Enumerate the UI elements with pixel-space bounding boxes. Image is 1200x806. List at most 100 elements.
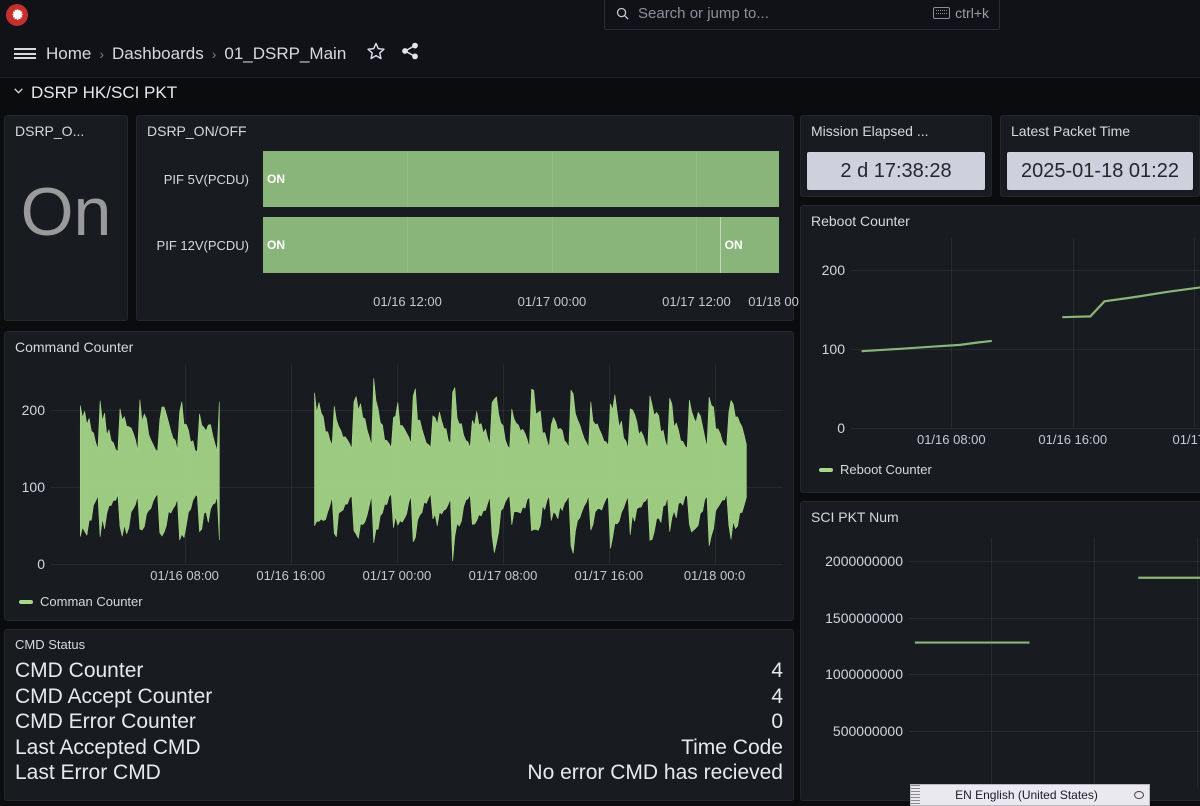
chart-legend[interactable]: Reboot Counter — [819, 462, 932, 477]
cmd-status-label: CMD Accept Counter — [15, 684, 212, 710]
panel-command-counter[interactable]: Command Counter 0100200 01/16 08:0001/16… — [4, 331, 794, 621]
cmd-status-label: CMD Counter — [15, 658, 143, 684]
state-timeline-segment[interactable]: ON — [720, 217, 779, 273]
breadcrumb-item-home[interactable]: Home — [42, 44, 95, 64]
panel-cmd-status[interactable]: CMD Status CMD Counter4CMD Accept Counte… — [4, 629, 794, 801]
x-axis-tick: 01/17 12:00 — [662, 294, 731, 309]
ime-options-icon[interactable] — [1129, 790, 1149, 800]
cmd-status-value: 0 — [771, 709, 783, 735]
sci-pkt-num-plot — [909, 538, 1200, 788]
stat-value: 2 d 17:38:28 — [807, 152, 985, 190]
command-counter-plot — [51, 364, 783, 564]
cmd-status-value: No error CMD has recieved — [527, 760, 783, 786]
panel-reboot-counter[interactable]: Reboot Counter 0100200 01/16 08:0001/16 … — [800, 205, 1200, 493]
state-timeline-plot: PIF 5V(PCDU)ONPIF 12V(PCDU)ONON — [137, 148, 793, 288]
state-timeline-segment[interactable]: ON — [263, 151, 779, 207]
stat-value: On — [5, 178, 127, 246]
x-axis-tick: 01/16 08:00 — [150, 568, 219, 583]
cmd-status-value: Time Code — [681, 735, 783, 761]
y-axis-labels: 0100200 — [5, 364, 45, 564]
search-input[interactable]: Search or jump to... ctrl+k — [604, 0, 1000, 30]
gridline-vertical — [696, 217, 697, 273]
y-axis-tick: 500000000 — [833, 723, 903, 739]
y-axis-tick: 1000000000 — [825, 666, 903, 682]
cmd-status-value: 4 — [771, 684, 783, 710]
cmd-status-value: 4 — [771, 658, 783, 684]
state-timeline-row-label: PIF 5V(PCDU) — [137, 148, 257, 210]
breadcrumb-separator: › — [95, 46, 108, 62]
keyboard-icon — [933, 7, 950, 19]
panel-title: SCI PKT Num — [801, 502, 1200, 525]
cmd-status-label: Last Accepted CMD — [15, 735, 201, 761]
cmd-status-row: CMD Accept Counter 4 — [5, 684, 793, 710]
state-timeline-row-label: PIF 12V(PCDU) — [137, 214, 257, 276]
y-axis-tick: 200 — [822, 262, 845, 278]
state-label: ON — [721, 238, 743, 252]
star-icon[interactable] — [366, 41, 386, 66]
x-axis-tick: 01/16 16:00 — [256, 568, 325, 583]
ime-drag-handle[interactable] — [911, 785, 920, 805]
cmd-status-table: CMD Counter4CMD Accept Counter4CMD Error… — [5, 658, 793, 786]
panel-sci-pkt-num[interactable]: SCI PKT Num 500000000 1000000000 150000000… — [800, 501, 1200, 801]
panel-mission-elapsed-time[interactable]: Mission Elapsed ... 2 d 17:38:28 — [800, 115, 992, 197]
gridline-vertical — [407, 151, 408, 207]
gridline-vertical — [552, 151, 553, 207]
x-axis-labels: 01/16 08:00 01/16 16:00 01/17 00:00 01/17 0… — [51, 568, 783, 586]
cmd-status-row: Last Accepted CMD Time Code — [5, 735, 793, 761]
dashboard-row-header[interactable]: DSRP HK/SCI PKT — [0, 78, 1200, 108]
x-axis-labels: 01/16 12:0001/17 00:0001/17 12:0001/18 0… — [263, 294, 779, 312]
y-axis-tick: 200 — [22, 402, 45, 418]
state-timeline-bar[interactable]: ON — [263, 151, 779, 207]
cmd-status-label: Last Error CMD — [15, 760, 161, 786]
panel-title: Latest Packet Time — [1001, 116, 1199, 139]
y-axis-tick: 0 — [37, 556, 45, 572]
series-area — [315, 378, 747, 561]
search-icon — [615, 6, 630, 21]
reboot-counter-plot — [851, 238, 1200, 428]
state-timeline-segment[interactable]: ON — [263, 217, 720, 273]
x-axis-tick: 01/17 00:00 — [518, 294, 587, 309]
share-nodes-icon[interactable] — [400, 41, 420, 66]
panel-latest-packet-time[interactable]: Latest Packet Time 2025-01-18 01:22 — [1000, 115, 1200, 197]
legend-swatch — [819, 468, 833, 472]
legend-label: Comman Counter — [40, 594, 143, 609]
state-timeline-row: PIF 5V(PCDU)ON — [137, 148, 793, 210]
gridline-horizontal — [851, 428, 1200, 429]
series-line — [862, 341, 992, 351]
breadcrumb-item-dashboards[interactable]: Dashboards — [108, 44, 208, 64]
series-line — [1062, 287, 1200, 317]
x-axis-tick: 01/18 00:0 — [684, 568, 745, 583]
top-navigation-bar: Search or jump to... ctrl+k — [0, 0, 1200, 30]
x-axis-tick: 01/17 08:00 — [469, 568, 538, 583]
panel-title: DSRP_O... — [5, 116, 127, 139]
y-axis-labels: 500000000 1000000000 1500000000 2000000000 — [801, 538, 903, 788]
x-axis-tick: 01/17 16:00 — [574, 568, 643, 583]
y-axis-tick: 0 — [837, 420, 845, 436]
panel-dsrp-on-off-stat[interactable]: DSRP_O... On — [4, 115, 128, 321]
gridline-vertical — [407, 217, 408, 273]
x-axis-tick: 01/16 12:00 — [373, 294, 442, 309]
chevron-down-icon[interactable] — [12, 84, 25, 102]
chart-legend[interactable]: Comman Counter — [19, 594, 143, 609]
panel-dsrp-on-off-timeline[interactable]: DSRP_ON/OFF PIF 5V(PCDU)ONPIF 12V(PCDU)O… — [136, 115, 794, 321]
panel-title: Command Counter — [5, 332, 793, 355]
y-axis-tick: 100 — [22, 479, 45, 495]
cmd-status-row: CMD Counter 4 — [5, 658, 793, 684]
dashboard-row-title: DSRP HK/SCI PKT — [31, 83, 177, 103]
gridline-vertical — [552, 217, 553, 273]
x-axis-tick: 01/17 00:00 — [363, 568, 432, 583]
ime-language-bar[interactable]: EN English (United States) — [910, 784, 1150, 806]
hamburger-menu-icon[interactable] — [8, 37, 42, 71]
y-axis-labels: 0100200 — [801, 238, 845, 428]
x-axis-tick: 01/17 0 — [1173, 432, 1200, 447]
y-axis-tick: 2000000000 — [825, 553, 903, 569]
breadcrumb-item-dashboard-name[interactable]: 01_DSRP_Main — [220, 44, 350, 64]
x-axis-tick: 01/16 16:00 — [1038, 432, 1107, 447]
breadcrumb-bar: Home › Dashboards › 01_DSRP_Main — [0, 30, 1200, 78]
y-axis-tick: 100 — [822, 341, 845, 357]
series-area — [80, 400, 219, 540]
state-timeline-bar[interactable]: ONON — [263, 217, 779, 273]
y-axis-tick: 1500000000 — [825, 610, 903, 626]
panel-title: DSRP_ON/OFF — [137, 116, 793, 139]
grafana-logo-icon[interactable] — [6, 4, 28, 26]
